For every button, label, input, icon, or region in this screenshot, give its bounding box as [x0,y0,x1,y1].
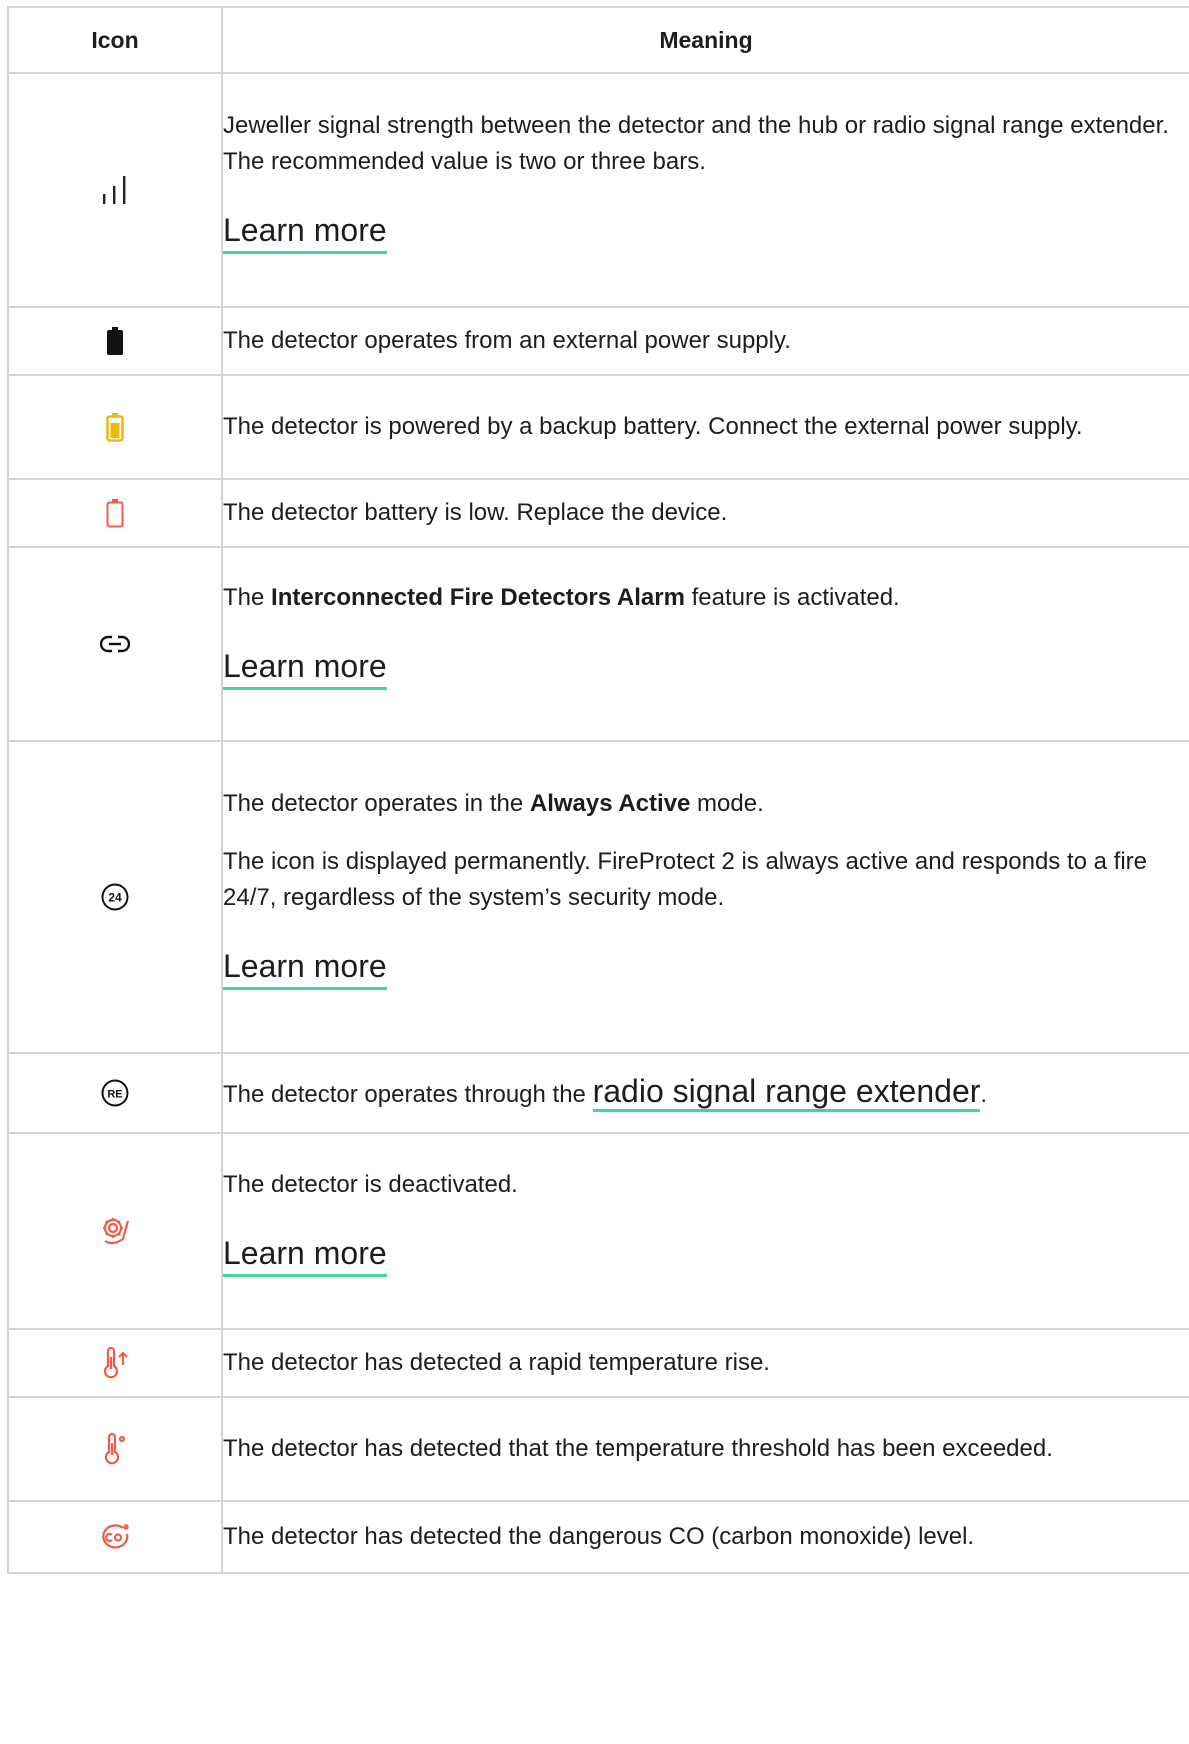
svg-text:24: 24 [108,891,122,905]
icon-cell [7,546,223,742]
row-description: The detector has detected the dangerous … [223,1523,975,1550]
icon-cell [7,1396,223,1502]
table-row: The detector operates from an external p… [7,306,1189,376]
table-row: The detector has detected that the tempe… [7,1396,1189,1502]
table-row: The detector is deactivated. Learn more [7,1132,1189,1330]
range-extender-link[interactable]: radio signal range extender [592,1073,981,1112]
row-description: The Interconnected Fire Detectors Alarm … [223,584,900,611]
meaning-cell: The detector battery is low. Replace the… [221,478,1189,548]
icon-cell [7,306,223,376]
meaning-cell: The detector has detected the dangerous … [221,1500,1189,1574]
row-description: The detector has detected a rapid temper… [223,1349,770,1376]
deactivated-gear-icon [103,1218,130,1245]
table-row: 24 The detector operates in the Always A… [7,740,1189,1054]
meaning-cell: The detector is deactivated. Learn more [221,1132,1189,1330]
battery-low-icon [106,499,124,528]
thermometer-threshold-icon [104,1433,126,1465]
icon-cell [7,478,223,548]
icon-column-header: Icon [7,6,223,74]
feature-name: Interconnected Fire Detectors Alarm [271,584,685,611]
row-description: The detector operates through the radio … [223,1073,1189,1113]
meaning-cell: The detector operates from an external p… [221,306,1189,376]
mode-name: Always Active [529,790,691,817]
learn-more-link[interactable]: Learn more [223,1233,387,1277]
table-row: RE The detector operates through the rad… [7,1052,1189,1134]
battery-full-icon [107,327,123,355]
icon-cell [7,374,223,480]
table-row: The detector has detected the dangerous … [7,1500,1189,1574]
icons-table: Icon Meaning Jeweller signal strength be… [7,6,1189,1574]
meaning-cell: The Interconnected Fire Detectors Alarm … [221,546,1189,742]
table-row: The detector is powered by a backup batt… [7,374,1189,480]
row-description: The detector operates from an external p… [223,327,791,354]
icon-cell [7,1500,223,1574]
table-row: The detector has detected a rapid temper… [7,1328,1189,1398]
row-description-extra: The icon is displayed permanently. FireP… [223,848,1147,911]
row-description: Jeweller signal strength between the det… [223,112,1169,175]
table-row: The detector battery is low. Replace the… [7,478,1189,548]
signal-bars-icon [103,176,126,204]
meaning-cell: The detector operates through the radio … [221,1052,1189,1134]
table-header-row: Icon Meaning [7,6,1189,74]
row-description: The detector has detected that the tempe… [223,1435,1053,1462]
meaning-cell: The detector operates in the Always Acti… [221,740,1189,1054]
icon-cell [7,72,223,308]
battery-backup-icon [106,413,124,442]
row-description: The detector is powered by a backup batt… [223,413,1083,440]
meaning-cell: Jeweller signal strength between the det… [221,72,1189,308]
svg-text:RE: RE [107,1089,122,1101]
row-description: The detector is deactivated. [223,1171,518,1198]
icon-cell [7,1132,223,1330]
row-description: The detector operates in the Always Acti… [223,790,764,817]
co-icon [102,1524,129,1549]
thermometer-rise-icon [103,1347,128,1379]
learn-more-link[interactable]: Learn more [223,646,387,690]
icon-cell: RE [7,1052,223,1134]
meaning-cell: The detector is powered by a backup batt… [221,374,1189,480]
table-row: The Interconnected Fire Detectors Alarm … [7,546,1189,742]
icon-cell: 24 [7,740,223,1054]
icon-cell [7,1328,223,1398]
range-extender-re-icon: RE [101,1079,129,1107]
table-row: Jeweller signal strength between the det… [7,72,1189,308]
row-description: The detector battery is low. Replace the… [223,499,728,526]
always-active-24-icon: 24 [101,883,129,911]
meaning-cell: The detector has detected a rapid temper… [221,1328,1189,1398]
meaning-cell: The detector has detected that the tempe… [221,1396,1189,1502]
meaning-column-header: Meaning [221,6,1189,74]
learn-more-link[interactable]: Learn more [223,946,387,990]
link-icon [100,635,130,653]
learn-more-link[interactable]: Learn more [223,210,387,254]
